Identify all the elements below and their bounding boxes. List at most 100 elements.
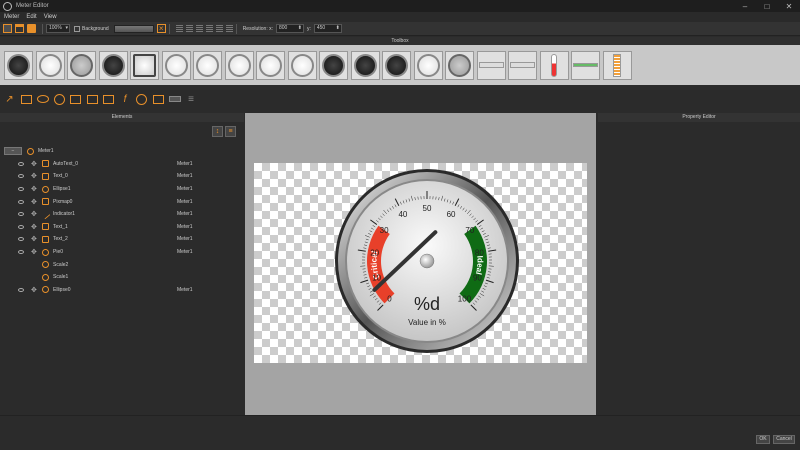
property-editor-panel: Property Editor <box>598 113 800 415</box>
toolbox-meter-4[interactable] <box>98 50 128 80</box>
align-bottom-icon[interactable] <box>225 25 233 32</box>
toolbox-meter-13[interactable] <box>382 50 411 80</box>
app-logo-icon <box>3 1 12 11</box>
align-right-icon[interactable] <box>195 25 203 32</box>
clear-background-icon[interactable]: × <box>156 24 166 33</box>
background-color-picker[interactable] <box>113 24 154 33</box>
move-icon[interactable]: ✥ <box>31 185 37 193</box>
move-icon[interactable]: ✥ <box>31 248 37 256</box>
align-left-icon[interactable] <box>175 25 183 32</box>
needle-tool-icon[interactable]: ↗ <box>3 93 16 106</box>
resolution-x-input[interactable]: 800 ⬍ <box>275 24 304 33</box>
toolbox-meter-10[interactable] <box>287 50 317 80</box>
visibility-icon[interactable] <box>18 237 24 242</box>
image-tool-icon[interactable] <box>102 93 115 106</box>
background-checkbox[interactable] <box>74 25 80 32</box>
zoom-select[interactable]: 100% ▾ <box>46 24 70 33</box>
toolbox-meter-16[interactable] <box>476 50 506 80</box>
toolbox-meter-19[interactable] <box>571 50 600 80</box>
visibility-icon[interactable] <box>18 174 24 179</box>
maximize-icon[interactable]: □ <box>756 0 778 12</box>
toolbox-meter-1[interactable] <box>4 50 33 80</box>
tree-item-parent: Meter1 <box>177 186 193 193</box>
new-file-icon[interactable] <box>3 24 12 33</box>
toolbox-meter-7[interactable] <box>193 50 222 80</box>
tree-item[interactable]: ✥ Text_2 Meter1 <box>0 233 244 246</box>
tree-item[interactable]: ✥ Ellipse0 Meter1 <box>0 284 244 297</box>
minimize-icon[interactable]: – <box>734 0 756 12</box>
spin-icon[interactable]: ⬍ <box>336 25 340 32</box>
arc-tool-icon[interactable] <box>53 93 66 106</box>
toolbox-meter-2[interactable] <box>35 50 65 80</box>
slider-tool-icon[interactable]: ≡ <box>185 93 198 106</box>
toolbox-meter-14[interactable] <box>413 50 443 80</box>
tree-item[interactable]: ✥ Indicator1 Meter1 <box>0 208 244 221</box>
tree-root[interactable]: − Meter1 <box>0 145 244 158</box>
tree-item[interactable]: ✥ Pie0 Meter1 <box>0 246 244 259</box>
open-folder-icon[interactable] <box>15 24 24 33</box>
background-label: Background <box>82 25 109 32</box>
resolution-y-input[interactable]: 450 ⬍ <box>313 24 342 33</box>
layers-tool-icon[interactable] <box>152 93 165 106</box>
menu-view[interactable]: View <box>44 14 57 20</box>
move-icon[interactable]: ✥ <box>31 160 37 168</box>
ellipse-tool-icon[interactable] <box>36 93 49 106</box>
align-center-icon[interactable] <box>185 25 193 32</box>
meter-canvas[interactable]: Critical Ideal 0 10 20 30 40 50 60 70 80 90 100 %d… <box>254 163 587 363</box>
scale-label: 10 <box>372 273 381 282</box>
spin-icon[interactable]: ⬍ <box>298 25 302 32</box>
rectangle-tool-icon[interactable] <box>20 93 33 106</box>
function-tool-icon[interactable]: f <box>119 93 132 106</box>
toolbox-meter-8[interactable] <box>224 50 254 80</box>
tree-item[interactable]: Scale1 <box>0 271 244 284</box>
menu-meter[interactable]: Meter <box>4 14 19 20</box>
design-canvas[interactable]: Critical Ideal 0 10 20 30 40 50 60 70 80 90 100 %d… <box>245 113 596 415</box>
tree-item[interactable]: ✥ Pixmap0 Meter1 <box>0 195 244 208</box>
tree-item[interactable]: ✥ Text_0 Meter1 <box>0 170 244 183</box>
toolbox-meter-20[interactable] <box>602 50 632 80</box>
visibility-icon[interactable] <box>18 250 24 255</box>
toolbox-meter-17[interactable] <box>508 50 537 80</box>
collapse-icon[interactable]: − <box>4 147 22 156</box>
toolbox-meter-6[interactable] <box>161 50 191 80</box>
visibility-icon[interactable] <box>18 199 24 204</box>
move-icon[interactable]: ✥ <box>31 198 37 206</box>
toolbox-meter-12[interactable] <box>350 50 380 80</box>
menu-edit[interactable]: Edit <box>26 14 36 20</box>
tree-item[interactable]: ✥ Text_1 Meter1 <box>0 221 244 234</box>
visibility-icon[interactable] <box>18 212 24 217</box>
visibility-icon[interactable] <box>18 161 24 166</box>
visibility-icon[interactable] <box>18 224 24 229</box>
toolbox-meter-11[interactable] <box>319 50 348 80</box>
scale-tool-icon[interactable] <box>135 93 148 106</box>
visibility-icon[interactable] <box>18 287 24 292</box>
move-icon[interactable]: ✥ <box>31 223 37 231</box>
align-middle-icon[interactable] <box>215 25 223 32</box>
move-icon[interactable]: ✥ <box>31 172 37 180</box>
toolbox-meter-9[interactable] <box>256 50 285 80</box>
visibility-icon[interactable] <box>18 187 24 192</box>
meter-gauge[interactable]: Critical Ideal 0102030405060708090100 %d… <box>334 168 520 354</box>
text-tool-icon[interactable] <box>69 93 82 106</box>
toolbox-meter-15[interactable] <box>445 50 474 80</box>
scale-label: 40 <box>398 210 407 219</box>
close-icon[interactable]: ✕ <box>778 0 800 12</box>
toolbox-meter-3[interactable] <box>67 50 96 80</box>
align-top-icon[interactable] <box>205 25 213 32</box>
ok-button[interactable]: OK <box>756 435 770 444</box>
tree-item[interactable]: Scale2 <box>0 258 244 271</box>
toolbox-meter-5[interactable] <box>130 50 159 80</box>
toolbox-meter-18[interactable] <box>539 50 569 80</box>
autotext-tool-icon[interactable] <box>86 93 99 106</box>
sort-icon[interactable]: ↕ <box>212 126 223 137</box>
meter-thumbnail-icon <box>510 62 535 68</box>
bar-tool-icon[interactable] <box>168 93 181 106</box>
move-icon[interactable]: ✥ <box>31 235 37 243</box>
save-icon[interactable] <box>27 24 36 33</box>
move-icon[interactable]: ✥ <box>31 210 37 218</box>
tree-item[interactable]: ✥ AutoText_0 Meter1 <box>0 158 244 171</box>
tree-item[interactable]: ✥ Ellipse1 Meter1 <box>0 183 244 196</box>
cancel-button[interactable]: Cancel <box>773 435 795 444</box>
move-icon[interactable]: ✥ <box>31 286 37 294</box>
layers-icon[interactable]: ≡ <box>225 126 236 137</box>
